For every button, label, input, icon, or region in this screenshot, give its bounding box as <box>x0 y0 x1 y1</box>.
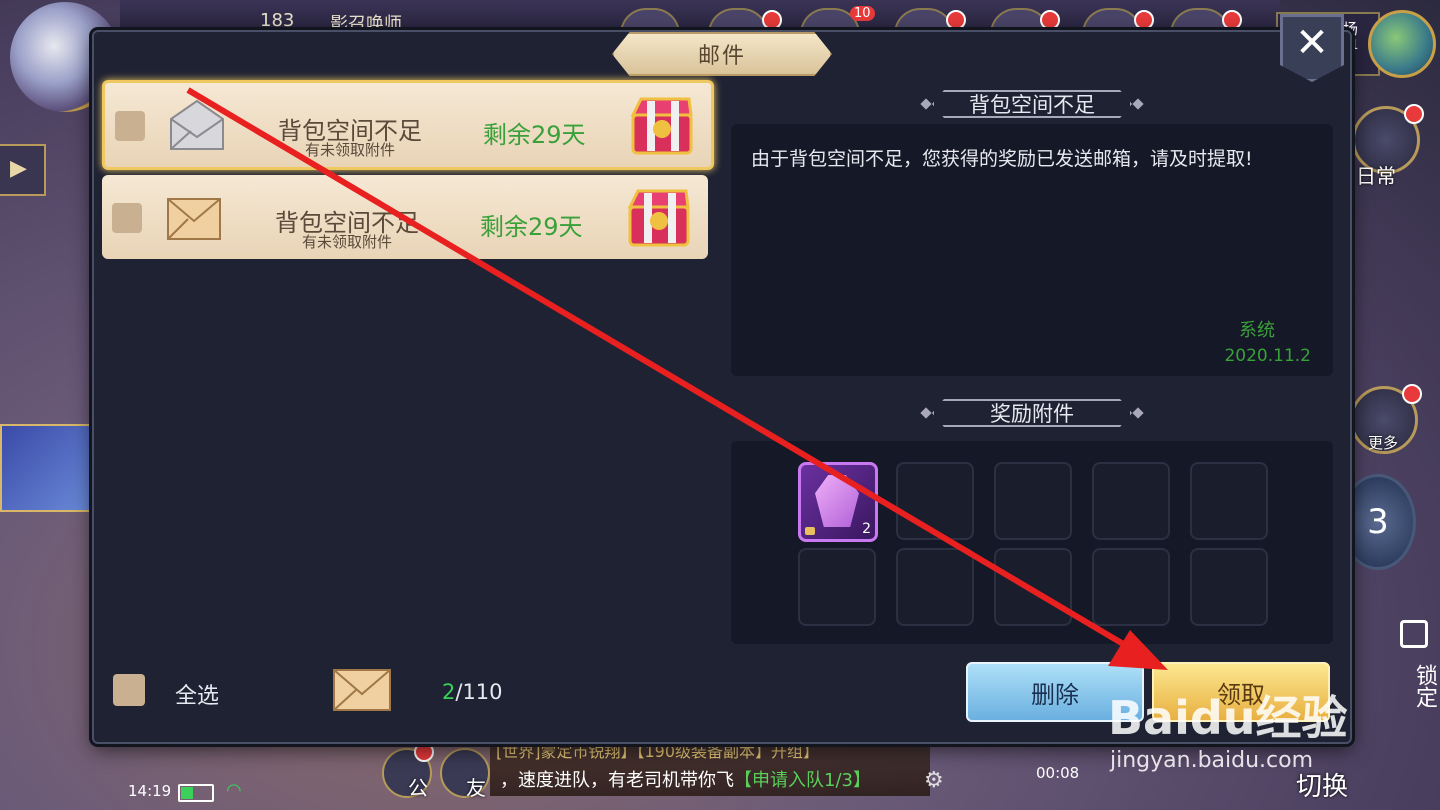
battery-icon <box>178 784 214 802</box>
join-team-link[interactable]: 【申请入队1/3】 <box>734 770 871 791</box>
mail-list-item[interactable]: 背包空间不足 有未领取附件 剩余29天 <box>102 80 714 170</box>
notification-dot <box>946 10 966 30</box>
timer: 00:08 <box>1036 764 1080 782</box>
mail-checkbox[interactable] <box>115 111 145 141</box>
mail-sender: 系统 <box>1239 320 1275 341</box>
watermark-url: jingyan.baidu.com <box>1110 748 1314 773</box>
clock: 14:19 <box>128 782 172 800</box>
chat-text: ，速度进队，有老司机带你飞 <box>500 770 734 791</box>
notification-dot <box>1222 10 1242 30</box>
treasure-chest-icon <box>627 189 690 247</box>
attachment-slot <box>798 548 876 626</box>
settings-gear-icon[interactable]: ⚙ <box>924 768 944 793</box>
select-all-label[interactable]: 全选 <box>175 678 219 710</box>
item-count: 2 <box>862 521 871 537</box>
daily-label: 日常 <box>1356 164 1396 188</box>
guild-label: 公 <box>408 776 428 800</box>
mail-subtitle: 有未领取附件 <box>301 233 392 251</box>
attachment-slot <box>994 462 1072 540</box>
mail-subtitle: 有未领取附件 <box>304 141 395 159</box>
mail-remaining: 剩余29天 <box>483 121 586 149</box>
purple-gem-icon <box>815 475 859 527</box>
lock-label: 锁定 <box>1412 664 1437 708</box>
attachment-slot <box>1190 548 1268 626</box>
mail-remaining: 剩余29天 <box>480 213 583 241</box>
attachment-slot <box>1092 462 1170 540</box>
expand-left-tab[interactable]: ▶ <box>0 144 46 196</box>
notification-dot <box>1040 10 1060 30</box>
opened-envelope-icon <box>170 99 224 150</box>
globe-icon[interactable] <box>1368 10 1436 78</box>
badge-count: 10 <box>850 6 875 21</box>
more-label: 更多 <box>1368 434 1399 452</box>
notification-dot <box>1404 104 1424 124</box>
lock-icon <box>805 527 815 535</box>
friend-label: 友 <box>466 776 486 800</box>
attachments-title: 奖励附件 <box>920 395 1144 431</box>
envelope-icon <box>167 198 221 240</box>
attachment-slot <box>1190 462 1268 540</box>
attachment-slot <box>1092 548 1170 626</box>
chat-line: ，速度进队，有老司机带你飞【申请入队1/3】 <box>500 766 871 792</box>
attachment-slot <box>994 548 1072 626</box>
mail-count: 2/110 <box>442 680 503 704</box>
wifi-icon: ◠ <box>226 780 242 801</box>
hero-portrait[interactable] <box>0 424 94 512</box>
attachment-slot <box>896 462 974 540</box>
dialog-title: 邮件 <box>697 44 746 69</box>
mail-date: 2020.11.2 <box>1224 346 1311 366</box>
notification-dot <box>414 742 434 762</box>
mail-count-current: 2 <box>442 680 456 704</box>
notification-dot <box>762 10 782 30</box>
watermark-logo: Baidu经验 <box>1108 691 1348 745</box>
mail-detail-title-text: 背包空间不足 <box>969 93 1095 117</box>
envelope-icon <box>333 669 391 711</box>
select-all-checkbox[interactable] <box>113 674 145 706</box>
mail-message-box: 由于背包空间不足，您获得的奖励已发送邮箱，请及时提取! 系统 2020.11.2 <box>731 124 1333 376</box>
notification-dot <box>1402 384 1422 404</box>
player-level: 183 <box>260 10 295 31</box>
attachment-slot <box>896 548 974 626</box>
mail-count-total: /110 <box>455 680 503 704</box>
mail-list-item[interactable]: 背包空间不足 有未领取附件 剩余29天 <box>102 175 708 259</box>
treasure-chest-icon <box>630 97 693 155</box>
lock-button[interactable]: 锁定 <box>1400 610 1440 730</box>
mail-checkbox[interactable] <box>112 203 142 233</box>
dialog-title-plate: 邮件 <box>612 32 832 76</box>
attachments-title-text: 奖励附件 <box>990 402 1074 426</box>
notification-dot <box>1134 10 1154 30</box>
close-icon: ✕ <box>1295 20 1329 66</box>
play-arrow-icon: ▶ <box>10 156 27 181</box>
mail-detail-title: 背包空间不足 <box>920 86 1144 122</box>
attachment-slot[interactable]: 2 <box>798 462 878 542</box>
mail-body: 由于背包空间不足，您获得的奖励已发送邮箱，请及时提取! <box>751 148 1253 170</box>
